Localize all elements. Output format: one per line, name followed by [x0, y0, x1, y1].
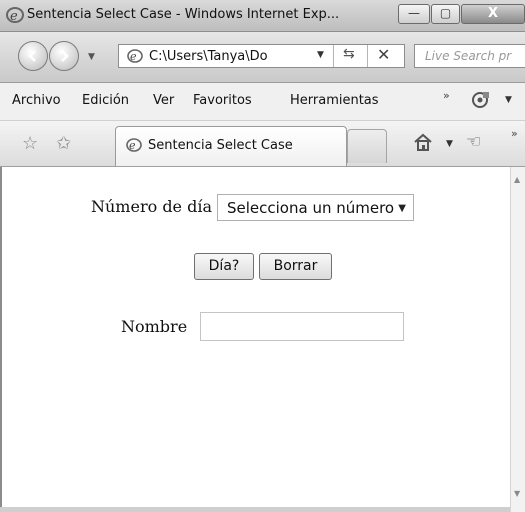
hand-icon[interactable]: ☜ [466, 132, 481, 152]
maximize-icon: ▢ [439, 6, 452, 20]
stop-icon[interactable]: ✕ [377, 45, 390, 64]
back-button[interactable] [18, 41, 48, 71]
minimize-button[interactable]: — [398, 4, 430, 24]
menu-overflow-icon[interactable]: » [443, 89, 450, 102]
tools-dropdown-icon[interactable]: ▼ [505, 95, 512, 105]
tab-sentencia-select-case[interactable]: e Sentencia Select Case [115, 126, 347, 166]
name-label: Nombre [121, 317, 188, 336]
svg-text:e: e [10, 9, 18, 24]
svg-text:e: e [129, 139, 136, 152]
close-icon: X [487, 6, 499, 21]
window-title: Sentencia Select Case - Windows Internet… [27, 7, 340, 22]
browser-window: e Sentencia Select Case - Windows Intern… [0, 0, 525, 512]
forward-button[interactable] [49, 41, 79, 71]
home-icon[interactable] [412, 131, 434, 157]
menu-edicion[interactable]: Edición [82, 93, 129, 108]
toolbar-overflow-icon[interactable]: » [511, 127, 518, 140]
tab-bar: ☆ ✩ e Sentencia Select Case ▼ ☜ » [0, 121, 525, 167]
minimize-icon: — [408, 6, 420, 20]
address-dropdown-icon[interactable]: ▼ [317, 50, 324, 60]
search-box[interactable]: Live Search pr [414, 44, 525, 68]
borrar-button[interactable]: Borrar [259, 253, 332, 280]
menu-favoritos[interactable]: Favoritos [193, 93, 252, 108]
ie-logo-icon: e [126, 137, 142, 157]
star-icon[interactable]: ☆ [22, 133, 38, 154]
search-placeholder: Live Search pr [425, 49, 512, 63]
home-dropdown-icon[interactable]: ▼ [446, 139, 453, 149]
navigation-bar: ▼ e C:\Users\Tanya\Do ▼ ⇆ ✕ Live Search … [0, 32, 525, 83]
svg-text:e: e [130, 50, 137, 63]
ie-logo-icon: e [6, 6, 24, 24]
refresh-icon[interactable]: ⇆ [343, 46, 355, 62]
page-icon: e [127, 48, 143, 68]
tab-label: Sentencia Select Case [148, 138, 293, 153]
menu-bar: Archivo Edición Ver Favoritos Herramient… [0, 83, 525, 121]
address-separator [367, 45, 368, 67]
vertical-scrollbar[interactable]: ▲ ▼ [510, 167, 525, 512]
day-number-select[interactable]: Selecciona un número ▼ [217, 194, 414, 221]
menu-archivo[interactable]: Archivo [12, 93, 61, 108]
address-url[interactable]: C:\Users\Tanya\Do [149, 49, 268, 64]
address-separator [333, 45, 334, 67]
day-select-value: Selecciona un número [227, 199, 395, 217]
page-content: Número de día Selecciona un número ▼ Día… [0, 167, 510, 512]
menu-ver[interactable]: Ver [153, 93, 174, 108]
menu-herramientas[interactable]: Herramientas [290, 93, 379, 108]
scroll-up-icon[interactable]: ▲ [514, 175, 520, 184]
dia-button[interactable]: Día? [194, 253, 254, 280]
chevron-down-icon: ▼ [398, 203, 406, 214]
new-tab-button[interactable] [347, 129, 387, 163]
address-bar[interactable]: e C:\Users\Tanya\Do ▼ ⇆ ✕ [118, 44, 405, 68]
window-bottom-border [0, 507, 510, 512]
day-number-label: Número de día [91, 197, 213, 216]
add-favorites-icon[interactable]: ✩ [56, 133, 71, 154]
forward-arrow-icon [61, 50, 69, 62]
close-button[interactable]: X [461, 4, 525, 24]
title-bar[interactable]: e Sentencia Select Case - Windows Intern… [0, 0, 525, 32]
maximize-button[interactable]: ▢ [431, 4, 460, 24]
back-arrow-icon [28, 50, 36, 62]
name-input[interactable] [200, 312, 404, 341]
tools-icon[interactable] [470, 89, 492, 111]
scroll-down-icon[interactable]: ▼ [514, 489, 520, 498]
recent-pages-dropdown[interactable]: ▼ [88, 52, 95, 62]
